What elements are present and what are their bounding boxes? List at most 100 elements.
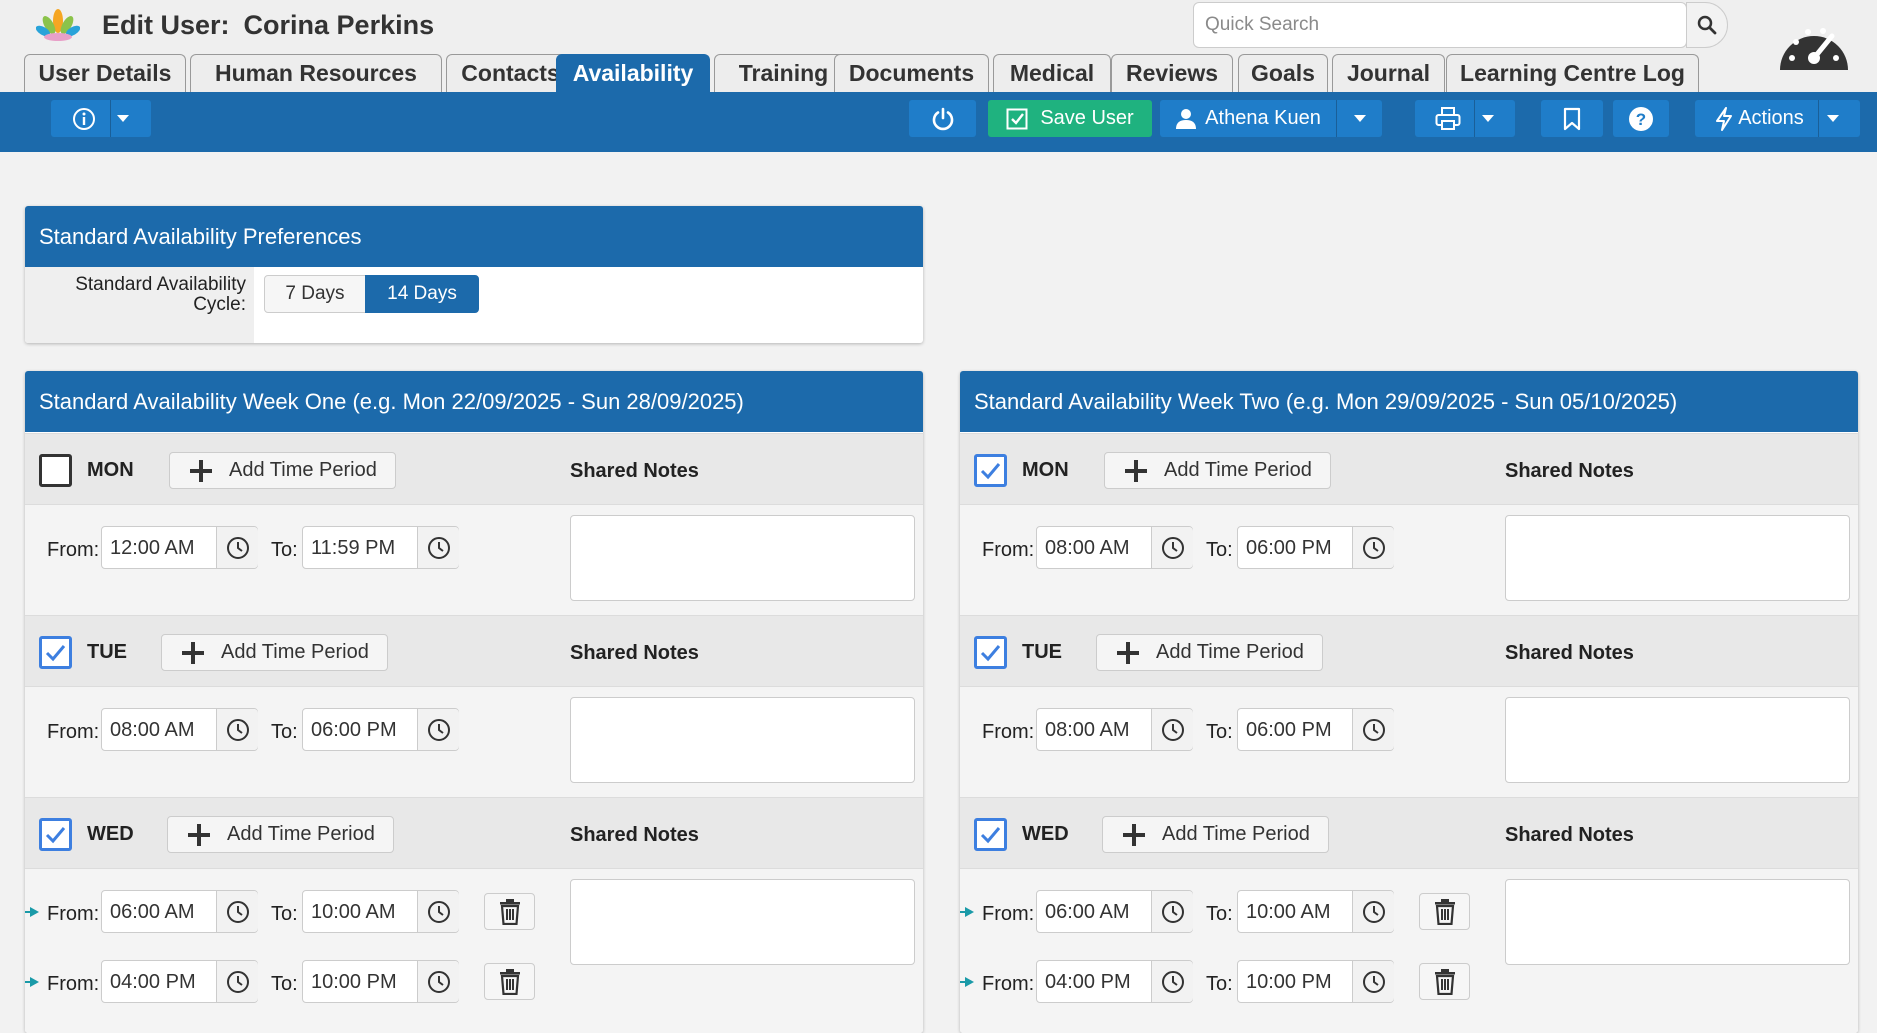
tab-documents[interactable]: Documents [834, 54, 989, 92]
current-user-label: Athena Kuen [1205, 107, 1321, 129]
clock-icon[interactable] [216, 709, 258, 750]
week-two-wed-period2-from-time[interactable]: 04:00 PM [1036, 960, 1193, 1003]
week-two-wed-period1-from-time[interactable]: 06:00 AM [1036, 890, 1193, 933]
week-one-mon-checkbox[interactable] [39, 454, 72, 487]
time-value: 04:00 PM [1045, 971, 1131, 993]
tab-reviews[interactable]: Reviews [1111, 54, 1233, 92]
week-two-tue-from-time[interactable]: 08:00 AM [1036, 708, 1193, 751]
info-menu-button[interactable] [51, 100, 151, 137]
tab-user-details[interactable]: User Details [24, 54, 186, 92]
clock-icon[interactable] [1352, 527, 1394, 568]
week-one-wed-period1-from-time[interactable]: 06:00 AM [101, 890, 258, 933]
week-one-tue-checkbox[interactable] [39, 636, 72, 669]
week-two-wed-period1-delete-button[interactable] [1419, 893, 1470, 930]
week-two-tue-to-time[interactable]: 06:00 PM [1237, 708, 1394, 751]
clock-icon[interactable] [1151, 891, 1193, 932]
user-menu-button[interactable]: Athena Kuen [1160, 100, 1382, 137]
week-one-mon-add-time-period-button[interactable]: Add Time Period [169, 452, 396, 489]
week-two-tue-checkbox[interactable] [974, 636, 1007, 669]
clock-icon[interactable] [216, 891, 258, 932]
week-one-wed-period2-to-time[interactable]: 10:00 PM [302, 960, 459, 1003]
week-two-mon-row: MON Add Time Period Shared Notes [960, 433, 1858, 505]
week-one-wed-period1-to-time[interactable]: 10:00 AM [302, 890, 459, 933]
time-value: 04:00 PM [110, 971, 196, 993]
cycle-7-days-button[interactable]: 7 Days [264, 275, 366, 313]
tab-training[interactable]: Training [714, 54, 853, 92]
week-two-tue-periods: From: 08:00 AM To: 06:00 PM [960, 687, 1858, 797]
clock-icon[interactable] [1352, 709, 1394, 750]
actions-menu-button[interactable]: Actions [1695, 100, 1860, 137]
cycle-14-days-button[interactable]: 14 Days [365, 275, 479, 313]
week-two-mon-from-time[interactable]: 08:00 AM [1036, 526, 1193, 569]
clock-icon[interactable] [417, 961, 459, 1002]
trash-icon [1434, 968, 1455, 995]
tab-availability[interactable]: Availability [556, 54, 710, 92]
week-two-wed-add-time-period-button[interactable]: Add Time Period [1102, 816, 1329, 853]
clock-icon[interactable] [1352, 961, 1394, 1002]
tab-journal[interactable]: Journal [1332, 54, 1445, 92]
tab-learning-centre-log[interactable]: Learning Centre Log [1446, 54, 1699, 92]
week-one-wed-period1-delete-button[interactable] [484, 893, 535, 930]
week-two-wed-period2-delete-button[interactable] [1419, 963, 1470, 1000]
clock-icon[interactable] [216, 961, 258, 1002]
bookmark-button[interactable] [1541, 100, 1603, 137]
week-one-mon-from-time[interactable]: 12:00 AM [101, 526, 258, 569]
week-one-tue-shared-notes[interactable] [570, 697, 915, 783]
clock-icon[interactable] [216, 527, 258, 568]
availability-cycle-label-line2: Cycle: [193, 294, 246, 315]
week-two-mon-add-time-period-button[interactable]: Add Time Period [1104, 452, 1331, 489]
quick-search-box [1193, 2, 1687, 48]
add-time-period-label: Add Time Period [1156, 641, 1304, 663]
clock-icon[interactable] [417, 891, 459, 932]
tab-goals[interactable]: Goals [1238, 54, 1328, 92]
shared-notes-label: Shared Notes [1505, 824, 1634, 846]
clock-icon[interactable] [417, 527, 459, 568]
week-one-tue-periods: From: 08:00 AM To: 06:00 PM [25, 687, 923, 797]
quick-search-input[interactable] [1194, 3, 1686, 47]
power-button[interactable] [909, 100, 976, 137]
tab-human-resources[interactable]: Human Resources [190, 54, 442, 92]
tab-medical[interactable]: Medical [993, 54, 1111, 92]
week-two-wed-shared-notes[interactable] [1505, 879, 1850, 965]
week-two-mon-shared-notes[interactable] [1505, 515, 1850, 601]
add-time-period-label: Add Time Period [229, 459, 377, 481]
week-one-tue-from-time[interactable]: 08:00 AM [101, 708, 258, 751]
week-two-wed-period1-to-time[interactable]: 10:00 AM [1237, 890, 1394, 933]
week-one-wed-period2-delete-button[interactable] [484, 963, 535, 1000]
week-two-wed-checkbox[interactable] [974, 818, 1007, 851]
dashboard-gauge-icon[interactable] [1776, 14, 1852, 74]
week-two-mon-to-time[interactable]: 06:00 PM [1237, 526, 1394, 569]
week-one-wed-shared-notes[interactable] [570, 879, 915, 965]
clock-icon[interactable] [1352, 891, 1394, 932]
save-user-button[interactable]: Save User [988, 100, 1152, 137]
plus-icon [190, 459, 212, 482]
week-two-tue-add-time-period-button[interactable]: Add Time Period [1096, 634, 1323, 671]
print-menu-button[interactable] [1415, 100, 1515, 137]
week-one-wed-add-time-period-button[interactable]: Add Time Period [167, 816, 394, 853]
week-two-tue-shared-notes[interactable] [1505, 697, 1850, 783]
plus-icon [1117, 641, 1139, 664]
arrow-right-icon [25, 977, 39, 987]
week-one-mon-to-time[interactable]: 11:59 PM [302, 526, 459, 569]
week-one-wed-checkbox[interactable] [39, 818, 72, 851]
clock-icon[interactable] [1151, 961, 1193, 1002]
checkmark-icon [980, 645, 1001, 662]
week-one-tue-add-time-period-button[interactable]: Add Time Period [161, 634, 388, 671]
week-one-tue-to-time[interactable]: 06:00 PM [302, 708, 459, 751]
search-button[interactable] [1686, 2, 1728, 48]
search-icon [1697, 15, 1717, 35]
clock-icon[interactable] [1151, 527, 1193, 568]
week-two-mon-checkbox[interactable] [974, 454, 1007, 487]
clock-icon[interactable] [417, 709, 459, 750]
week-one-mon-shared-notes[interactable] [570, 515, 915, 601]
chevron-down-icon [1826, 115, 1839, 122]
week-two-tue-row: TUE Add Time Period Shared Notes [960, 615, 1858, 687]
week-two-wed-period2-to-time[interactable]: 10:00 PM [1237, 960, 1394, 1003]
week-one-tue-row: TUE Add Time Period Shared Notes [25, 615, 923, 687]
divider [110, 100, 111, 137]
page-title-prefix: Edit User: [102, 10, 230, 40]
from-label: From: [982, 721, 1035, 743]
help-button[interactable]: ? [1613, 100, 1669, 137]
clock-icon[interactable] [1151, 709, 1193, 750]
week-one-wed-period2-from-time[interactable]: 04:00 PM [101, 960, 258, 1003]
